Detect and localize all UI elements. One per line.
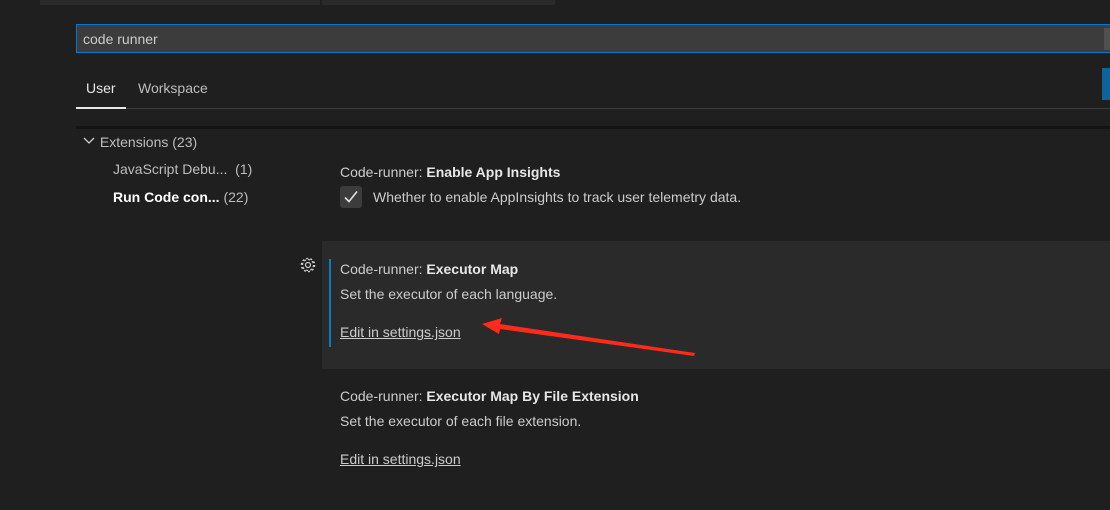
scroll-shadow: [76, 126, 1110, 129]
check-icon: [344, 191, 358, 203]
tree-item-label: JavaScript Debu...: [113, 161, 228, 177]
tab-workspace[interactable]: Workspace: [138, 80, 208, 96]
tree-item-count: (22): [223, 189, 249, 205]
setting-description: Set the executor of each file extension.: [340, 413, 582, 429]
active-tab-indicator: [76, 107, 126, 109]
tree-item[interactable]: Run Code con... (22): [113, 189, 248, 205]
tree-group-count: (23): [172, 134, 198, 150]
focus-indicator: [329, 259, 331, 347]
gear-icon[interactable]: [299, 256, 317, 274]
setting-title: Code-runner: Executor Map: [340, 261, 519, 277]
editor-tab[interactable]: [40, 0, 320, 5]
tab-divider: [126, 108, 1110, 109]
tree-group-label: Extensions: [99, 134, 169, 150]
search-clear-button[interactable]: [1104, 28, 1110, 50]
setting-title: Code-runner: Executor Map By File Extens…: [340, 388, 639, 404]
toolbar-button[interactable]: [1102, 68, 1110, 100]
tree-item-label: Run Code con...: [113, 189, 220, 205]
tree-item-count: (1): [235, 161, 253, 177]
settings-search-input[interactable]: [76, 24, 1110, 53]
setting-title: Code-runner: Enable App Insights: [340, 164, 561, 180]
tab-user[interactable]: User: [86, 80, 116, 96]
edit-in-settings-json-link[interactable]: Edit in settings.json: [340, 324, 461, 340]
enable-app-insights-checkbox[interactable]: [340, 186, 362, 208]
editor-tab[interactable]: [322, 0, 555, 5]
tree-item[interactable]: JavaScript Debu... (1): [113, 161, 252, 177]
chevron-down-icon: [83, 137, 95, 144]
tree-group-extensions[interactable]: Extensions (23): [82, 134, 197, 150]
edit-in-settings-json-link[interactable]: Edit in settings.json: [340, 451, 461, 467]
setting-description: Whether to enable AppInsights to track u…: [373, 189, 742, 205]
setting-description: Set the executor of each language.: [340, 286, 558, 302]
